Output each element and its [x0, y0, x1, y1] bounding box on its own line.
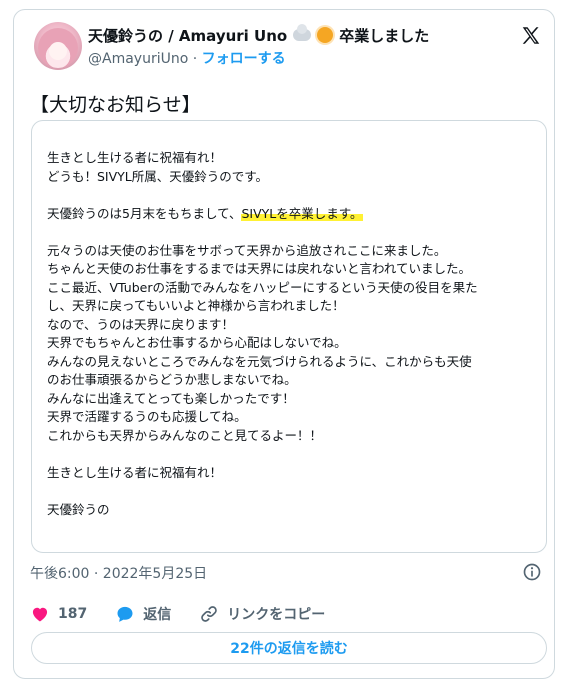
announcement-line: のお仕事頑張るからどうか悲しまないでね。 [47, 372, 297, 387]
author-name-row[interactable]: 天優鈴うの / Amayuri Uno 卒業しました [88, 24, 429, 46]
author-display-name[interactable]: 天優鈴うの / Amayuri Uno [88, 25, 287, 46]
announcement-text: 生きとし生ける者に祝福有れ！ どうも！SIVYL所属、天優鈴うのです。 天優鈴うの… [47, 149, 537, 519]
reply-button[interactable]: 返信 [115, 604, 171, 624]
announcement-line-text: 天優鈴うのは5月末をもちまして、 [47, 205, 242, 221]
announcement-line: ここ最近、VTuberの活動でみんなをハッピーにするという天使の役目を果た [47, 279, 478, 295]
tweet-headline: 【大切なお知らせ】 [30, 94, 201, 116]
announcement-line: 天界でもちゃんとお仕事するから心配はしないでね。 [47, 335, 347, 350]
author-handle[interactable]: @AmayuriUno [88, 51, 188, 67]
sun-icon [317, 27, 334, 43]
follow-button[interactable]: フォローする [202, 51, 286, 67]
announcement-line: なので、うのは天界に戻ります！ [47, 316, 235, 332]
announcement-line: 生きとし生ける者に祝福有れ！ [47, 464, 223, 480]
reply-icon [117, 606, 133, 622]
author-handle-row: @AmayuriUno · フォローする [88, 48, 286, 68]
like-button[interactable]: 187 [30, 604, 87, 624]
read-replies-button[interactable]: 22件の返信を読む [31, 632, 547, 664]
copy-link-label: リンクをコピー [227, 607, 326, 623]
author-status-text: 卒業しました [339, 26, 430, 45]
reply-label: 返信 [143, 607, 172, 623]
announcement-line: どうも！SIVYL所属、天優鈴うのです。 [47, 168, 269, 184]
heart-icon [32, 607, 48, 622]
announcement-image[interactable]: 生きとし生ける者に祝福有れ！ どうも！SIVYL所属、天優鈴うのです。 天優鈴うの… [31, 120, 547, 553]
announcement-line: し、天界に戻ってもいいよと神様から言われました！ [47, 298, 345, 313]
link-icon [201, 606, 218, 622]
handle-separator: · [192, 51, 198, 67]
copy-link-button[interactable]: リンクをコピー [199, 604, 325, 624]
like-count: 187 [58, 606, 88, 622]
highlighted-text: SIVYLを卒業します。 [241, 205, 363, 221]
announcement-line: みんなの見えないところでみんなを元気づけられるように、これからも天使 [47, 353, 472, 369]
announcement-line: 生きとし生ける者に祝福有れ！ [47, 150, 223, 165]
announcement-line: 天優鈴うの [47, 501, 110, 517]
avatar-face [49, 42, 67, 60]
x-logo-icon[interactable] [520, 25, 542, 47]
announcement-line: これからも天界からみんなのこと見てるよー！！ [47, 427, 323, 443]
avatar[interactable] [34, 22, 82, 70]
tweet-timestamp[interactable]: 午後6:00 · 2022年5月25日 [30, 563, 207, 583]
announcement-line: 元々うのは天使のお仕事をサボって天界から追放されここに来ました。 [47, 242, 447, 258]
announcement-line: 天優鈴うのは5月末をもちまして、SIVYLを卒業します。 [47, 205, 537, 224]
tweet-card: 天優鈴うの / Amayuri Uno 卒業しました @AmayuriUno ·… [13, 9, 555, 679]
announcement-line: みんなに出逢えてとっても楽しかったです！ [47, 390, 295, 406]
announcement-line: 天界で活躍するうのも応援してね。 [47, 409, 247, 424]
action-bar: 187 返信 リンクをコピー [30, 602, 353, 626]
announcement-line: ちゃんと天使のお仕事をするまでは天界には戻れないと言われていました。 [47, 261, 472, 276]
info-icon[interactable] [522, 562, 542, 582]
cloud-icon [293, 24, 312, 41]
